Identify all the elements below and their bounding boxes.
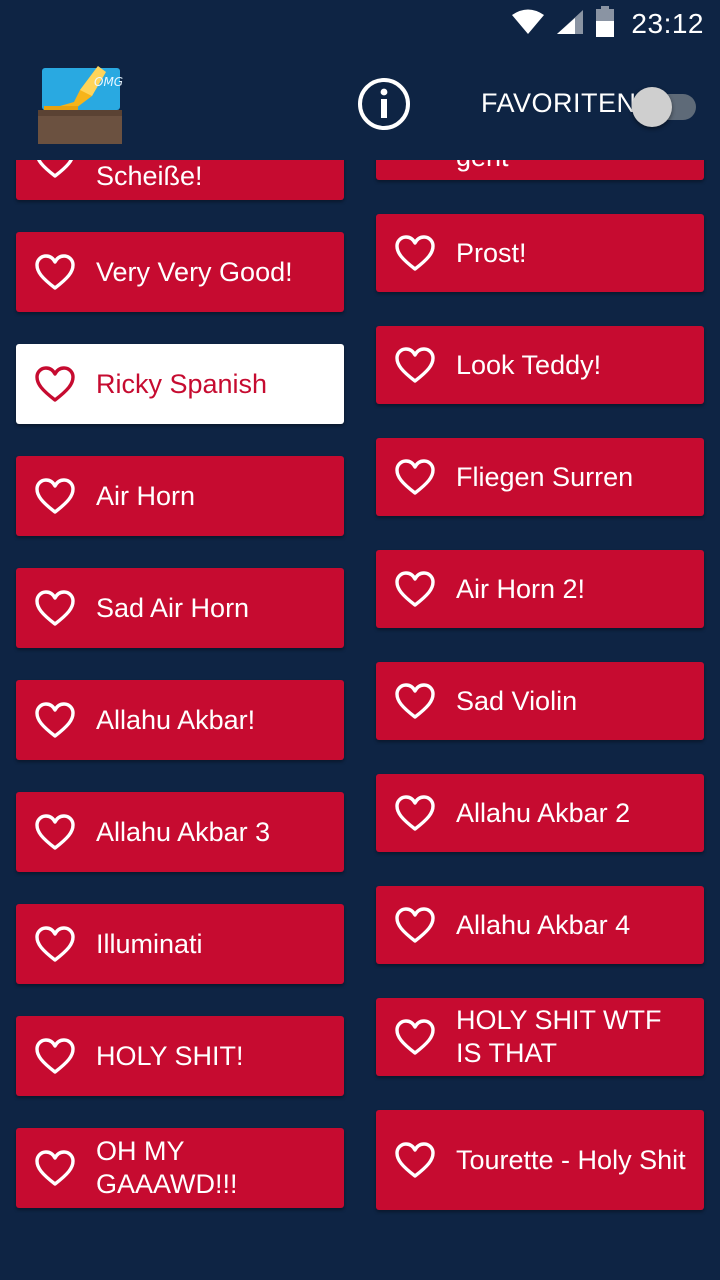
sound-grid[interactable]: Spaxx mal fest die Scheiße! Very Very Goo… (0, 160, 720, 1280)
sound-label: Prost! (456, 237, 527, 268)
heart-icon[interactable] (394, 345, 438, 385)
heart-icon[interactable] (394, 569, 438, 609)
sound-label: Allahu Akbar 3 (96, 816, 271, 847)
sound-button[interactable]: Sad Air Horn (16, 568, 344, 648)
heart-icon[interactable] (394, 905, 438, 945)
sound-button[interactable]: HOLY SHIT! (16, 1016, 344, 1096)
heart-icon[interactable] (34, 700, 78, 740)
heart-icon[interactable] (34, 812, 78, 852)
heart-icon[interactable] (394, 681, 438, 721)
sound-button[interactable]: Wenn dus mal gut geht (376, 160, 704, 180)
heart-icon[interactable] (394, 793, 438, 833)
battery-icon (595, 5, 615, 43)
sound-button[interactable]: HOLY SHIT WTF IS THAT (376, 998, 704, 1076)
sound-label: Allahu Akbar 2 (456, 797, 631, 828)
sound-label: Allahu Akbar! (96, 704, 256, 735)
sound-button[interactable]: Allahu Akbar! (16, 680, 344, 760)
status-bar: 23:12 (0, 0, 720, 48)
sound-button[interactable]: Look Teddy! (376, 326, 704, 404)
sound-label: Sad Air Horn (96, 592, 250, 623)
heart-icon[interactable] (34, 1036, 78, 1076)
sound-label: Very Very Good! (96, 256, 293, 287)
heart-icon[interactable] (34, 252, 78, 292)
heart-icon[interactable] (34, 364, 78, 404)
sound-button[interactable]: Air Horn (16, 456, 344, 536)
heart-icon[interactable] (394, 1140, 438, 1180)
info-button[interactable] (356, 76, 412, 132)
sound-label: Wenn dus mal gut geht (456, 160, 690, 174)
sound-button[interactable]: Allahu Akbar 4 (376, 886, 704, 964)
toolbar: OMG FAVORITEN (0, 48, 720, 160)
sound-button[interactable]: Air Horn 2! (376, 550, 704, 628)
heart-icon[interactable] (34, 1148, 78, 1188)
sound-label: Air Horn 2! (456, 573, 586, 604)
heart-icon[interactable] (34, 588, 78, 628)
sound-button[interactable]: Spaxx mal fest die Scheiße! (16, 160, 344, 200)
sound-label: Allahu Akbar 4 (456, 909, 631, 940)
sound-button[interactable]: OH MY GAAAWD!!! (16, 1128, 344, 1208)
signal-icon (555, 8, 585, 41)
sound-button[interactable]: Allahu Akbar 3 (16, 792, 344, 872)
sound-button[interactable]: Allahu Akbar 2 (376, 774, 704, 852)
heart-icon[interactable] (34, 924, 78, 964)
sound-button[interactable]: Ricky Spanish (16, 344, 344, 424)
favorites-label: FAVORITEN (481, 88, 637, 118)
sound-button[interactable]: Tourette - Holy Shit (376, 1110, 704, 1210)
wifi-icon (511, 8, 545, 41)
sound-button[interactable]: Sad Violin (376, 662, 704, 740)
heart-icon[interactable] (394, 233, 438, 273)
heart-icon[interactable] (394, 160, 438, 161)
sound-label: Fliegen Surren (456, 461, 634, 492)
status-icons: 23:12 (511, 5, 704, 43)
svg-text:OMG: OMG (94, 75, 123, 89)
heart-icon[interactable] (394, 1017, 438, 1057)
sound-button[interactable]: Very Very Good! (16, 232, 344, 312)
heart-icon[interactable] (34, 476, 78, 516)
heart-icon[interactable] (34, 160, 78, 180)
sound-label: Spaxx mal fest die Scheiße! (96, 161, 203, 191)
sound-button[interactable]: Fliegen Surren (376, 438, 704, 516)
sound-label: Air Horn (96, 480, 196, 511)
soundboard-app: 23:12 OMG FAVORITEN Scheiße! Very Very G… (0, 0, 720, 1280)
heart-icon[interactable] (394, 457, 438, 497)
sound-button[interactable]: Prost! (376, 214, 704, 292)
sound-label: Ricky Spanish (96, 368, 268, 399)
sound-label: Illuminati (96, 928, 203, 959)
sound-label: Sad Violin (456, 685, 578, 716)
sound-label: HOLY SHIT! (96, 1040, 244, 1071)
sound-label: HOLY SHIT WTF IS THAT (456, 1005, 662, 1068)
favorites-toggle[interactable] (632, 84, 700, 127)
toggle-thumb (632, 87, 672, 127)
gramophone-omg-logo[interactable]: OMG (36, 62, 126, 146)
sound-label: Tourette - Holy Shit (456, 1144, 686, 1175)
sound-label: OH MY GAAAWD!!! (96, 1136, 238, 1199)
status-time: 23:12 (631, 8, 704, 39)
sound-label: Look Teddy! (456, 349, 602, 380)
info-icon (358, 78, 410, 130)
sound-button[interactable]: Illuminati (16, 904, 344, 984)
